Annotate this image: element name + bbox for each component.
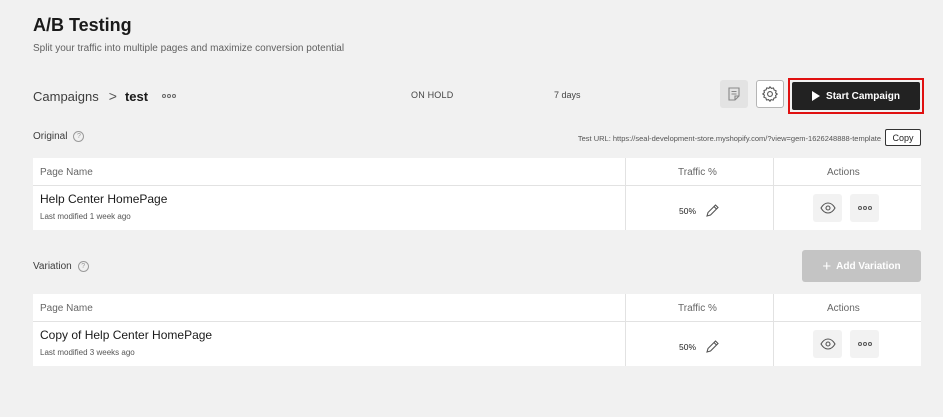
page-modified: Last modified 3 weeks ago xyxy=(40,348,135,357)
add-variation-label: Add Variation xyxy=(836,260,901,272)
test-url-text: Test URL: https://seal-development-store… xyxy=(577,134,881,143)
notes-icon xyxy=(728,87,740,101)
ab-testing-page: A/B Testing Split your traffic into mult… xyxy=(0,0,943,417)
table-header: Page Name Traffic % Actions xyxy=(33,158,921,186)
page-name: Help Center HomePage xyxy=(40,192,168,206)
pencil-icon[interactable] xyxy=(704,339,720,355)
settings-button[interactable] xyxy=(756,80,784,108)
table-row: Copy of Help Center HomePage Last modifi… xyxy=(33,322,921,366)
traffic-value: 50% xyxy=(679,203,720,219)
page-title: A/B Testing xyxy=(33,15,132,35)
play-icon xyxy=(812,91,821,101)
campaign-duration: 7 days xyxy=(554,90,581,100)
start-campaign-label: Start Campaign xyxy=(826,90,900,102)
breadcrumb-campaigns-link[interactable]: Campaigns xyxy=(33,89,99,104)
column-header-actions: Actions xyxy=(827,167,860,178)
eye-icon xyxy=(819,338,836,350)
traffic-value: 50% xyxy=(679,339,720,355)
gear-icon xyxy=(761,85,779,103)
notes-button[interactable] xyxy=(720,80,748,108)
breadcrumb: Campaigns > test xyxy=(33,88,177,104)
column-header-actions: Actions xyxy=(827,303,860,314)
variation-section-label: Variation ? xyxy=(33,261,89,272)
traffic-percent: 50% xyxy=(679,206,697,216)
pencil-icon[interactable] xyxy=(704,203,720,219)
more-dots-icon xyxy=(857,342,872,346)
breadcrumb-separator: > xyxy=(108,88,117,104)
original-section-label: Original ? xyxy=(33,131,85,142)
original-label: Original xyxy=(33,131,68,142)
plus-icon: + xyxy=(822,257,832,275)
more-dots-icon[interactable] xyxy=(162,94,177,98)
column-header-page-name: Page Name xyxy=(40,167,93,178)
table-row: Help Center HomePage Last modified 1 wee… xyxy=(33,186,921,230)
start-campaign-button[interactable]: Start Campaign xyxy=(792,82,920,110)
row-more-button[interactable] xyxy=(850,194,879,222)
table-header: Page Name Traffic % Actions xyxy=(33,294,921,322)
original-table: Page Name Traffic % Actions Help Center … xyxy=(33,158,921,230)
row-more-button[interactable] xyxy=(850,330,879,358)
copy-url-button[interactable]: Copy xyxy=(885,129,921,146)
page-subtitle: Split your traffic into multiple pages a… xyxy=(33,43,345,54)
column-header-traffic: Traffic % xyxy=(678,303,717,314)
start-campaign-highlight: Start Campaign xyxy=(788,78,924,114)
preview-button[interactable] xyxy=(813,194,842,222)
campaign-status: ON HOLD xyxy=(411,90,454,100)
variation-table: Page Name Traffic % Actions Copy of Help… xyxy=(33,294,921,366)
help-icon[interactable]: ? xyxy=(73,131,85,142)
add-variation-button[interactable]: + Add Variation xyxy=(802,250,921,282)
traffic-percent: 50% xyxy=(679,342,697,352)
help-icon[interactable]: ? xyxy=(77,261,89,272)
campaign-name: test xyxy=(124,88,149,104)
preview-button[interactable] xyxy=(813,330,842,358)
more-dots-icon xyxy=(857,206,872,210)
column-header-page-name: Page Name xyxy=(40,303,93,314)
variation-label: Variation xyxy=(33,261,72,272)
eye-icon xyxy=(819,202,836,214)
page-name: Copy of Help Center HomePage xyxy=(40,328,213,342)
campaign-bar: Campaigns > test ON HOLD 7 days Start Ca… xyxy=(33,78,924,116)
column-header-traffic: Traffic % xyxy=(678,167,717,178)
page-modified: Last modified 1 week ago xyxy=(40,212,131,221)
